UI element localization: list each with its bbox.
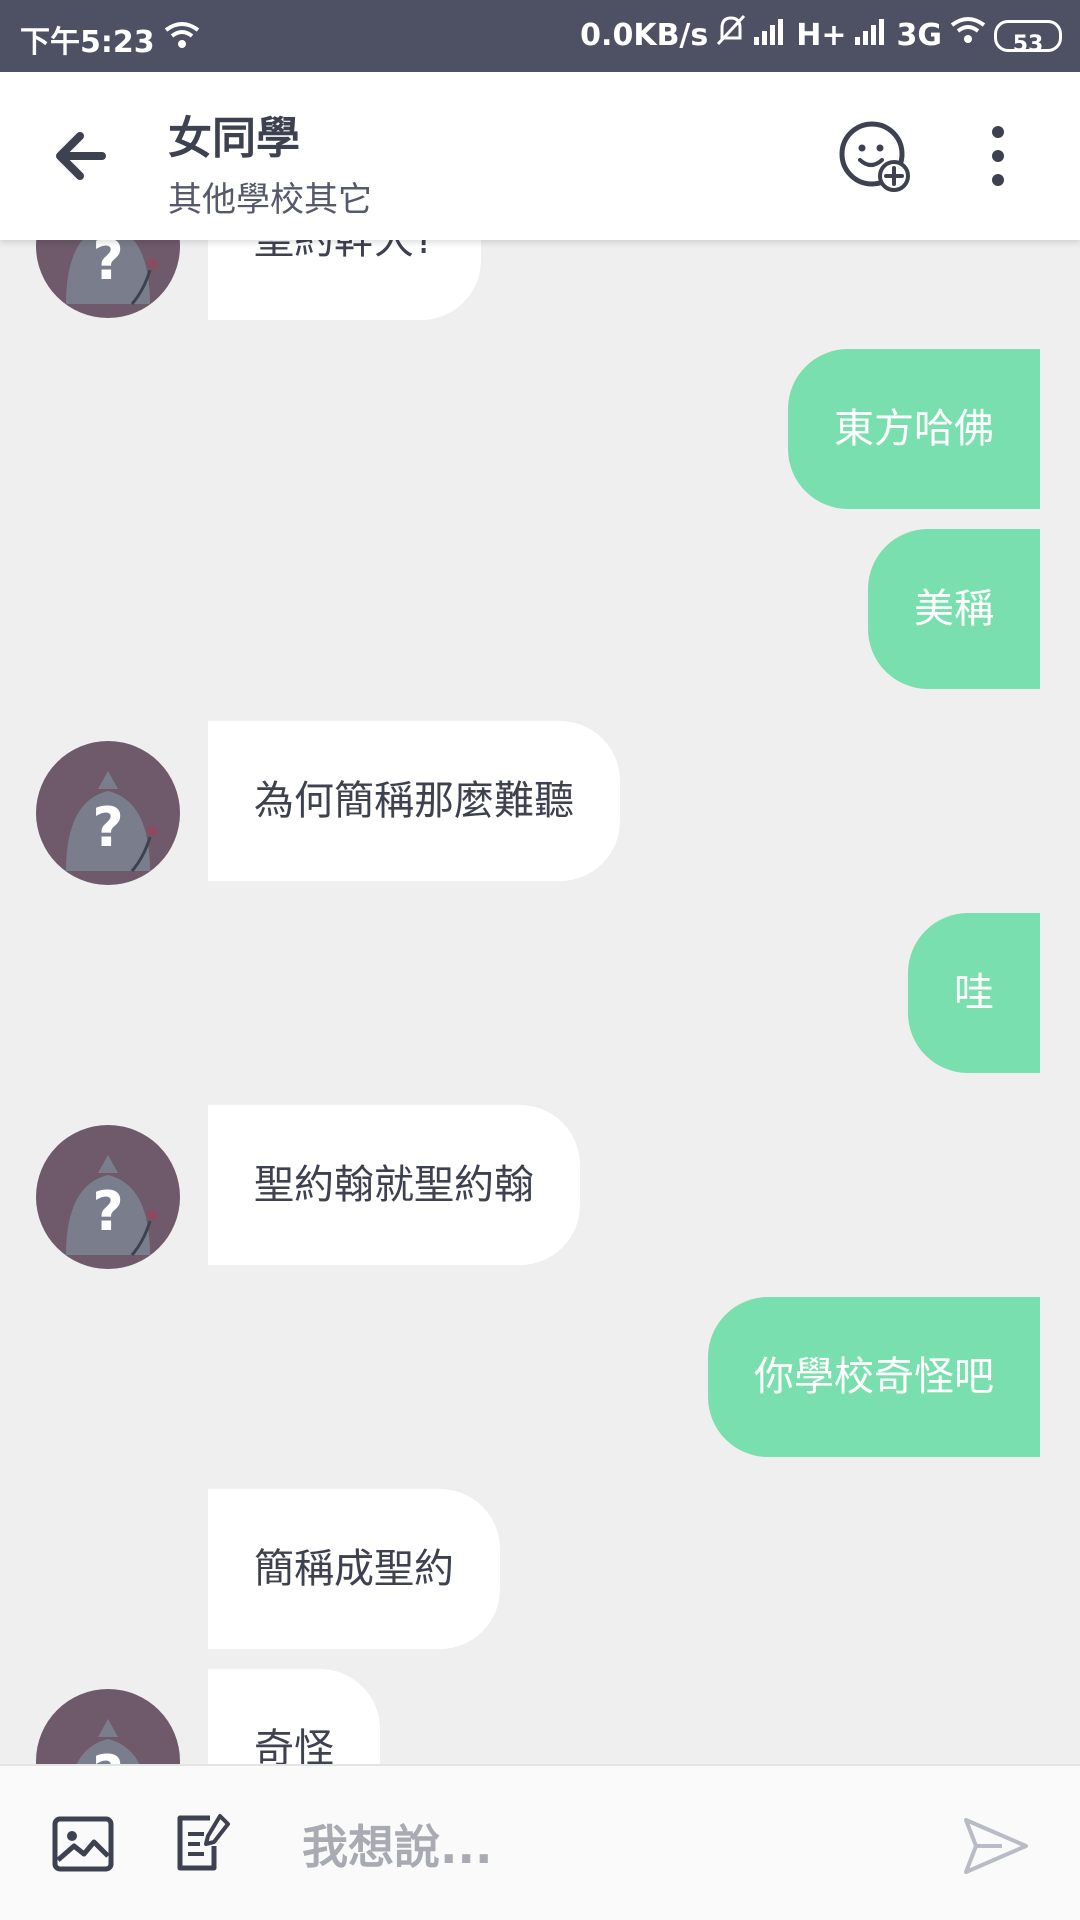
avatar-unknown-icon[interactable]: ? [36,1125,180,1269]
avatar-unknown-icon[interactable]: ? [36,1689,180,1764]
arrow-left-icon [56,132,106,180]
network-speed: 0.0KB/s [580,18,709,53]
more-button[interactable] [970,116,1026,196]
svg-text:?: ? [92,240,123,292]
send-button[interactable] [962,1816,1030,1876]
message-input[interactable] [300,1806,924,1888]
network-type-1: H+ [796,18,847,53]
status-right: 0.0KB/s H+ 3G 53 [580,14,1062,58]
message-bubble: 簡稱成聖約 [208,1489,500,1649]
page-subtitle: 其他學校其它 [168,180,372,220]
avatar-unknown-icon: ? [36,240,180,318]
signal-icon [754,14,788,58]
message-bubble: 聖約翰就聖約翰 [208,1105,580,1265]
svg-text:?: ? [92,796,123,859]
more-vertical-icon [992,126,1004,186]
message-bubble: 為何簡稱那麼難聽 [208,721,620,881]
message-bubble: 聖約幹大? [208,240,482,320]
status-bar: 下午5:23 0.0KB/s H+ 3G 53 [0,0,1080,72]
mute-icon [716,14,746,59]
chat-header: 女同學 其他學校其它 [0,72,1080,240]
back-button[interactable] [48,120,120,192]
avatar-unknown-icon[interactable]: ? [36,741,180,885]
svg-text:?: ? [92,1180,123,1243]
image-icon [52,1816,114,1872]
input-bar [0,1764,1080,1920]
status-time: 下午5:23 [20,25,155,60]
battery-indicator: 53 [994,20,1062,57]
message-bubble-outgoing: 哇 [908,913,1040,1073]
message-bubble-outgoing: 美稱 [868,529,1040,689]
message-bubble-outgoing: 東方哈佛 [788,349,1040,509]
image-button[interactable] [52,1816,114,1872]
message-bubble: 奇怪 [208,1669,380,1764]
face-plus-icon [839,121,910,192]
network-type-2: 3G [896,18,943,53]
add-friend-button[interactable] [836,116,916,196]
message-bubble-outgoing: 你學校奇怪吧 [708,1297,1040,1457]
signal-icon-2 [854,14,889,58]
page-title: 女同學 [168,113,300,164]
note-button[interactable] [174,1812,232,1872]
wifi-icon-right [950,14,986,58]
wifi-icon [164,20,200,58]
chat-messages[interactable]: ? 聖約幹大? 東方哈佛 美稱 ? 為何簡稱那麼難聽 哇 ? 聖約翰就聖約翰 你… [0,240,1080,1764]
note-edit-icon [177,1814,230,1871]
send-icon [964,1818,1028,1874]
svg-text:?: ? [92,1744,123,1764]
